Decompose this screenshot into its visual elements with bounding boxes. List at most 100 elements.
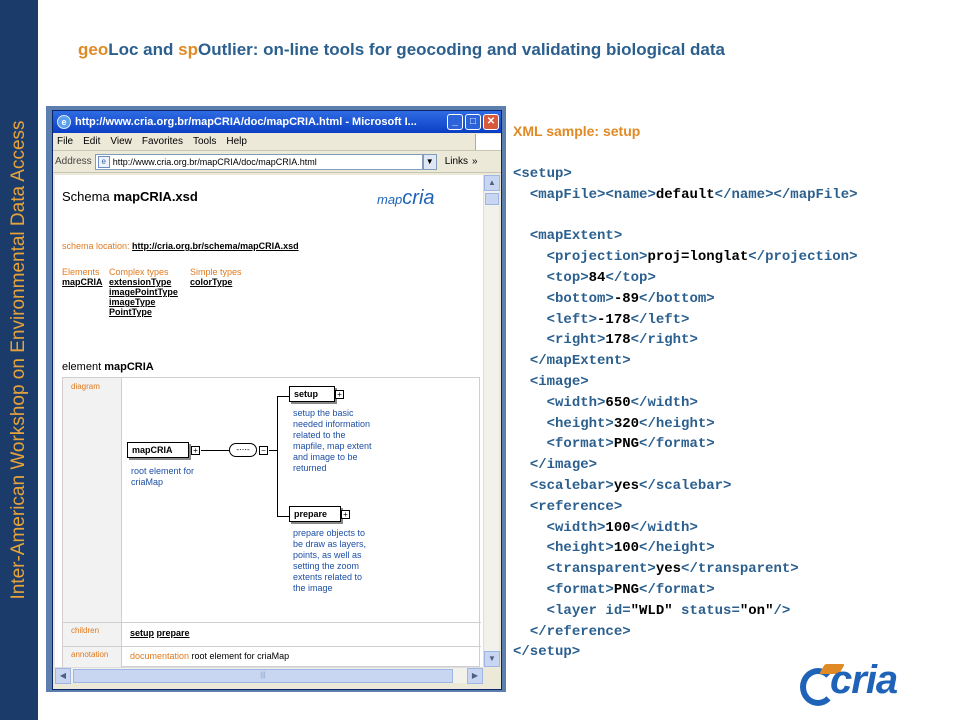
setup-expand-icon[interactable]: + [335, 390, 344, 399]
children-row: setup prepare [130, 628, 190, 638]
xml-line: <format>PNG</format> [513, 434, 858, 455]
diagram-desc-line: and image to be [293, 452, 358, 462]
table-divider [121, 378, 122, 668]
diagram-setup-box[interactable]: setup [289, 386, 335, 402]
element-link[interactable]: mapCRIA [62, 277, 103, 287]
scroll-down-icon[interactable]: ▼ [484, 651, 500, 667]
xml-line: <reference> [513, 497, 858, 518]
diagram-expand-icon[interactable]: + [191, 446, 200, 455]
diagram-desc-line: needed information [293, 419, 371, 429]
diagram-desc-line: root element for [131, 466, 195, 476]
close-icon[interactable]: ✕ [483, 114, 499, 130]
simple-type-link[interactable]: colorType [190, 277, 242, 287]
diagram-desc-line: the image [293, 583, 333, 593]
xml-tag: </image> [529, 457, 598, 474]
complex-types-header: Complex types [109, 267, 169, 277]
table-divider [63, 646, 481, 647]
xml-value: -89 [613, 290, 640, 307]
menu-view[interactable]: View [110, 136, 132, 147]
browser-titlebar[interactable]: e http://www.cria.org.br/mapCRIA/doc/map… [53, 111, 501, 133]
xml-line: <transparent>yes</transparent> [513, 559, 858, 580]
xml-tag: <top> [546, 269, 589, 286]
menu-help[interactable]: Help [226, 136, 247, 147]
scroll-thumb[interactable] [485, 193, 499, 205]
vertical-scrollbar[interactable]: ▲ ▼ [483, 175, 500, 667]
menu-favorites[interactable]: Favorites [142, 136, 183, 147]
annotation-text: root element for criaMap [189, 651, 290, 661]
element-heading: element mapCRIA [62, 361, 154, 373]
complex-type-link[interactable]: PointType [109, 307, 178, 317]
minimize-icon[interactable]: _ [447, 114, 463, 130]
child-link-setup[interactable]: setup [130, 628, 154, 638]
diagram-setup-desc: setup the basic needed information relat… [293, 408, 372, 474]
xml-tag: <right> [546, 332, 606, 349]
address-value: http://www.cria.org.br/mapCRIA/doc/mapCR… [112, 156, 317, 167]
menu-edit[interactable]: Edit [83, 136, 100, 147]
xml-tag: <transparent> [546, 561, 656, 578]
xml-line: <top>84</top> [513, 268, 858, 289]
schema-location-label: schema location: [62, 241, 133, 251]
diagram-root-desc: root element for criaMap [131, 466, 194, 488]
xml-line: </setup> [513, 642, 858, 663]
xml-tag: <height> [546, 540, 614, 557]
maximize-icon[interactable]: □ [465, 114, 481, 130]
page-icon: e [97, 155, 110, 168]
schema-location-link[interactable]: http://cria.org.br/schema/mapCRIA.xsd [132, 241, 299, 251]
complex-type-link[interactable]: extensionType [109, 277, 178, 287]
element-table: diagram children annotation mapCRIA + ro… [62, 377, 481, 668]
address-bar: Address e http://www.cria.org.br/mapCRIA… [53, 151, 501, 173]
diagram-prepare-desc: prepare objects to be draw as layers, po… [293, 528, 366, 594]
xml-tag: <bottom> [546, 290, 614, 307]
scroll-thumb[interactable]: ||| [73, 669, 453, 683]
scroll-up-icon[interactable]: ▲ [484, 175, 500, 191]
diagram-root-box[interactable]: mapCRIA [127, 442, 189, 458]
child-link-prepare[interactable]: prepare [157, 628, 190, 638]
xml-line: <height>320</height> [513, 414, 858, 435]
xml-tag: <scalebar> [529, 477, 614, 494]
links-chevron-icon[interactable]: » [472, 156, 478, 167]
simple-types-column: Simple types colorType [190, 267, 242, 287]
xml-value: 178 [605, 332, 631, 349]
annotation-row: documentation root element for criaMap [130, 651, 289, 661]
chevron-down-icon[interactable]: ▼ [422, 153, 437, 170]
xml-tag: </reference> [529, 623, 631, 640]
xml-tag: <layer id= [546, 602, 631, 619]
diagram-prepare-box[interactable]: prepare [289, 506, 341, 522]
links-button[interactable]: Links [445, 156, 468, 167]
menu-file[interactable]: File [57, 136, 73, 147]
xml-tag: </projection> [748, 249, 858, 266]
scroll-left-icon[interactable]: ◀ [55, 668, 71, 684]
menu-tools[interactable]: Tools [193, 136, 216, 147]
complex-type-link[interactable]: imageType [109, 297, 178, 307]
title-part-geo: geo [78, 40, 109, 59]
xml-line: </image> [513, 455, 858, 476]
prepare-expand-icon[interactable]: + [341, 510, 350, 519]
xml-tag: <format> [546, 436, 614, 453]
xml-line: <bottom>-89</bottom> [513, 289, 858, 310]
xml-line: <width>100</width> [513, 518, 858, 539]
sequence-icon: -⋯- [229, 443, 257, 457]
xml-line: </reference> [513, 622, 858, 643]
windows-logo [475, 133, 501, 150]
xml-line: <left>-178</left> [513, 310, 858, 331]
address-label: Address [55, 156, 92, 167]
xml-tag: </width> [630, 394, 698, 411]
sequence-collapse-icon[interactable]: − [259, 446, 268, 455]
complex-type-link[interactable]: imagePointType [109, 287, 178, 297]
xml-tag: </format> [639, 436, 715, 453]
xml-tag: </left> [630, 311, 690, 328]
scroll-right-icon[interactable]: ▶ [467, 668, 483, 684]
xml-line: <setup> [513, 164, 858, 185]
xml-tag: </format> [639, 581, 715, 598]
window-title: http://www.cria.org.br/mapCRIA/doc/mapCR… [75, 116, 417, 128]
horizontal-scrollbar[interactable]: ◀ ||| ▶ [55, 667, 483, 684]
table-divider [63, 622, 481, 623]
xml-tag: <height> [546, 415, 614, 432]
xml-value: PNG [613, 436, 640, 453]
diagram-desc-line: setting the zoom [293, 561, 360, 571]
ie-icon: e [57, 115, 71, 129]
xml-tag: </setup> [513, 644, 581, 661]
row-label-children: children [63, 622, 121, 646]
xml-tag: </name> [714, 186, 774, 203]
address-input[interactable]: e http://www.cria.org.br/mapCRIA/doc/map… [94, 153, 423, 170]
